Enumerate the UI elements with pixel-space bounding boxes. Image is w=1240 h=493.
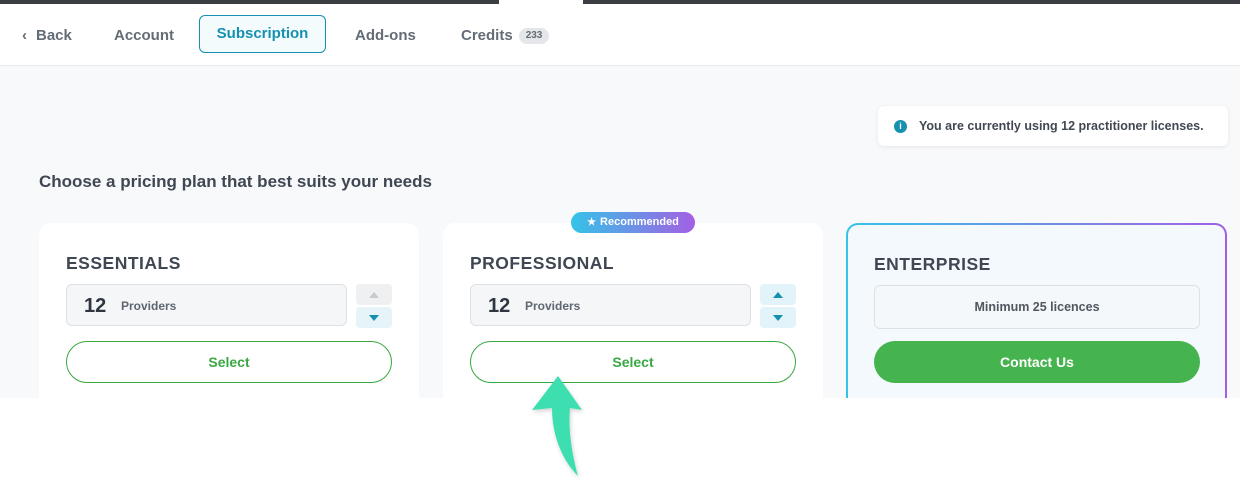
recommended-label: Recommended <box>600 216 679 228</box>
decrement-button[interactable] <box>356 307 392 328</box>
plan-card-professional: PROFESSIONAL 12 Providers Select <box>443 223 823 398</box>
provider-quantity-field[interactable]: 12 Providers <box>470 284 751 326</box>
chevron-down-icon <box>369 315 379 321</box>
info-icon: i <box>894 120 907 133</box>
tab-subscription[interactable]: Subscription <box>199 15 326 53</box>
credits-count-badge: 233 <box>518 28 550 44</box>
recommended-badge: ★ Recommended <box>571 212 695 233</box>
select-essentials-button[interactable]: Select <box>66 341 392 383</box>
page-heading: Choose a pricing plan that best suits yo… <box>39 172 432 191</box>
annotation-arrow-icon <box>532 376 582 476</box>
increment-button[interactable] <box>760 284 796 305</box>
quantity-stepper <box>356 284 392 328</box>
quantity-stepper <box>760 284 796 328</box>
plan-title: PROFESSIONAL <box>470 253 615 273</box>
provider-quantity-unit: Providers <box>121 299 177 313</box>
provider-quantity-value: 12 <box>488 295 511 317</box>
chevron-left-icon: ‹ <box>22 27 27 44</box>
provider-quantity-value: 12 <box>84 295 107 317</box>
chevron-down-icon <box>773 315 783 321</box>
chevron-up-icon <box>369 292 379 298</box>
increment-button[interactable] <box>356 284 392 305</box>
plan-title: ENTERPRISE <box>874 254 991 274</box>
license-usage-notice: i You are currently using 12 practitione… <box>878 106 1228 146</box>
back-button[interactable]: ‹ Back <box>22 18 72 54</box>
provider-quantity-field[interactable]: 12 Providers <box>66 284 347 326</box>
tab-credits[interactable]: Credits 233 <box>461 18 550 54</box>
license-usage-text: You are currently using 12 practitioner … <box>919 119 1204 133</box>
top-nav: ‹ Back Account Subscription Add-ons Credi… <box>0 4 1240 66</box>
minimum-licences-label: Minimum 25 licences <box>874 285 1200 329</box>
back-label: Back <box>36 27 72 44</box>
plan-card-essentials: ESSENTIALS 12 Providers Select <box>39 223 419 398</box>
chevron-up-icon <box>773 292 783 298</box>
provider-quantity-unit: Providers <box>525 299 581 313</box>
decrement-button[interactable] <box>760 307 796 328</box>
tab-account[interactable]: Account <box>114 18 174 54</box>
select-professional-button[interactable]: Select <box>470 341 796 383</box>
tab-add-ons[interactable]: Add-ons <box>355 18 416 54</box>
plan-title: ESSENTIALS <box>66 253 181 273</box>
contact-us-button[interactable]: Contact Us <box>874 341 1200 383</box>
star-icon: ★ <box>587 217 597 228</box>
tab-credits-label: Credits <box>461 27 513 44</box>
